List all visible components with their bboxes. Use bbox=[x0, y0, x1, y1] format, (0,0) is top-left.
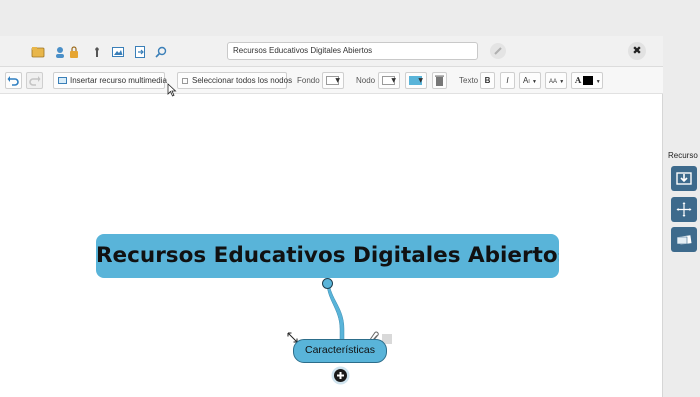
background-color-picker[interactable]: ▼ bbox=[322, 72, 344, 89]
link-icon[interactable] bbox=[490, 43, 506, 59]
italic-button[interactable]: I bbox=[500, 72, 515, 89]
text-color-swatch bbox=[583, 76, 594, 86]
search-icon[interactable] bbox=[154, 44, 168, 58]
node-fill-color-picker[interactable]: ▼ bbox=[405, 72, 427, 89]
bold-button[interactable]: B bbox=[480, 72, 495, 89]
undo-icon bbox=[7, 76, 19, 86]
folder-icon[interactable] bbox=[31, 44, 45, 58]
font-type-button[interactable]: AA ▼ bbox=[545, 72, 567, 89]
select-all-label: Seleccionar todos los nodos bbox=[192, 76, 293, 85]
checkbox-icon bbox=[182, 77, 188, 84]
image-icon[interactable] bbox=[111, 44, 125, 58]
text-color-icon: A bbox=[575, 75, 582, 85]
download-button[interactable] bbox=[671, 166, 697, 191]
mindmap-editor: Recursos Educativos Digitales Abiertos ✖… bbox=[0, 36, 663, 397]
media-icon bbox=[58, 77, 67, 85]
redo-icon bbox=[29, 76, 41, 86]
root-node[interactable]: Recursos Educativos Digitales Abiertos bbox=[96, 234, 559, 278]
insert-media-label: Insertar recurso multimedia bbox=[70, 76, 167, 85]
move-button[interactable] bbox=[671, 197, 697, 222]
font-size-button[interactable]: AI ▼ bbox=[519, 72, 541, 89]
cards-icon bbox=[676, 235, 692, 245]
close-button[interactable]: ✖ bbox=[628, 42, 646, 60]
side-panel-title: Recurso bbox=[668, 151, 698, 160]
download-icon bbox=[676, 172, 692, 185]
tool-icon[interactable] bbox=[90, 44, 104, 58]
texto-label: Texto bbox=[459, 76, 479, 85]
child-node[interactable]: Características bbox=[293, 339, 387, 363]
connector-anchor[interactable] bbox=[322, 278, 333, 289]
user-icon[interactable] bbox=[53, 44, 67, 58]
cards-button[interactable] bbox=[671, 227, 697, 252]
delete-button[interactable] bbox=[432, 72, 447, 89]
redo-button[interactable] bbox=[26, 72, 43, 89]
insert-media-button[interactable]: Insertar recurso multimedia bbox=[53, 72, 167, 89]
format-toolbar: Insertar recurso multimedia Seleccionar … bbox=[0, 67, 663, 94]
page: Recursos Educativos Digitales Abiertos ✖… bbox=[0, 0, 700, 397]
text-color-picker[interactable]: A ▼ bbox=[571, 72, 603, 89]
lock-icon[interactable] bbox=[67, 44, 81, 58]
trash-icon bbox=[435, 75, 444, 86]
node-border-color-picker[interactable]: ▼ bbox=[378, 72, 400, 89]
chevron-down-icon: ▼ bbox=[391, 77, 396, 84]
chevron-down-icon: ▼ bbox=[418, 77, 423, 84]
move-icon bbox=[676, 202, 692, 217]
undo-button[interactable] bbox=[5, 72, 22, 89]
node-connector bbox=[326, 280, 345, 344]
fondo-label: Fondo bbox=[297, 76, 320, 85]
document-title-input[interactable]: Recursos Educativos Digitales Abiertos bbox=[227, 42, 478, 60]
add-node-icon[interactable] bbox=[331, 366, 350, 385]
top-bar: Recursos Educativos Digitales Abiertos ✖ bbox=[0, 36, 663, 67]
nodo-label: Nodo bbox=[356, 76, 376, 85]
mouse-cursor-icon bbox=[167, 83, 177, 97]
export-icon[interactable] bbox=[133, 44, 147, 58]
chevron-down-icon: ▼ bbox=[335, 77, 340, 84]
select-all-button[interactable]: Seleccionar todos los nodos bbox=[177, 72, 292, 89]
